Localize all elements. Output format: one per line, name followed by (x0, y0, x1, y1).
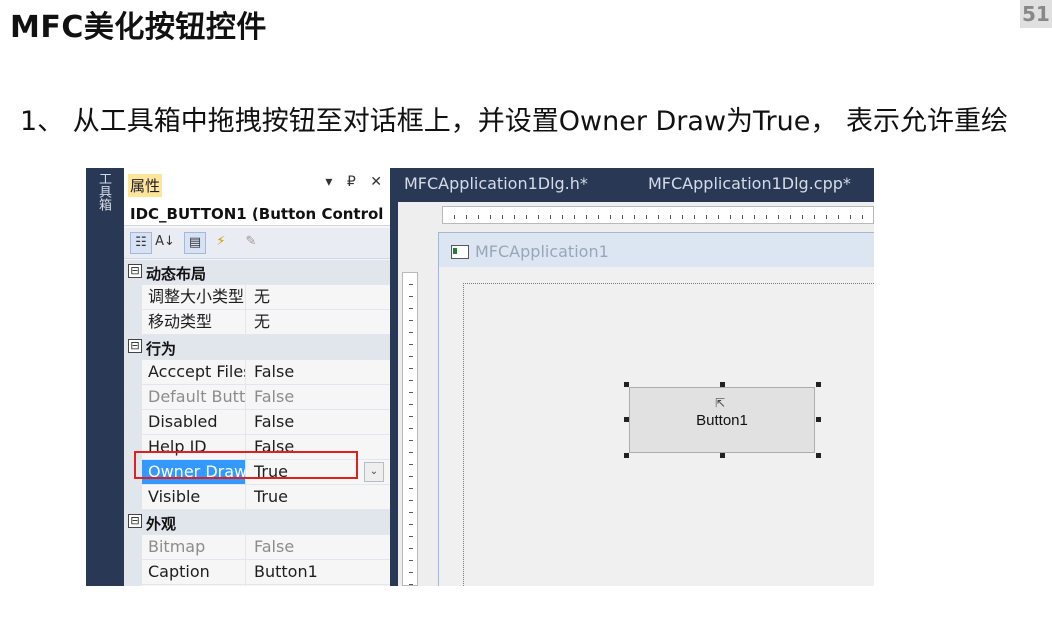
slide-title: MFC美化按钮控件 (10, 10, 267, 45)
row-gutter (124, 460, 142, 484)
close-icon[interactable]: ✕ (370, 174, 382, 190)
property-value[interactable]: 无 (248, 285, 388, 309)
resize-handle[interactable] (624, 417, 629, 422)
property-row[interactable]: Client EdgeFalse (124, 585, 390, 586)
property-row[interactable]: Acccept Files False (124, 360, 390, 385)
category-label: 外观 (146, 515, 177, 533)
tab-dlg-cpp[interactable]: MFCApplication1Dlg.cpp* (648, 174, 851, 193)
property-value[interactable]: False (248, 410, 388, 434)
property-row[interactable]: Owner Draw True ⌄ (124, 460, 390, 485)
property-value[interactable]: False (248, 385, 388, 409)
property-name: Owner Draw (142, 460, 246, 484)
resize-handle[interactable] (624, 382, 629, 387)
property-row[interactable]: 移动类型无 (124, 310, 390, 335)
ide-screenshot: 工具箱 属性 ▾ ₽ ✕ IDC_BUTTON1 (Button Control… (86, 168, 874, 586)
app-icon (451, 245, 469, 259)
resize-handle[interactable] (720, 382, 725, 387)
property-value[interactable]: 无 (248, 310, 388, 334)
events-icon[interactable]: ⚡ (210, 232, 232, 254)
property-category[interactable]: ⊟ 行为 (124, 335, 390, 360)
category-label: 动态布局 (146, 265, 207, 283)
collapse-icon[interactable]: ⊟ (128, 264, 142, 278)
row-gutter (124, 535, 142, 559)
property-name: Help ID (142, 435, 246, 459)
dropdown-arrow-icon[interactable]: ⌄ (364, 462, 384, 482)
collapse-icon[interactable]: ⊟ (128, 339, 142, 353)
row-gutter (124, 585, 142, 586)
property-name: Client Edge (142, 585, 246, 586)
properties-header: 属性 ▾ ₽ ✕ (124, 168, 390, 202)
mouse-cursor-icon: ⇱ (715, 396, 726, 410)
property-name: Acccept Files (142, 360, 246, 384)
property-value[interactable]: True (248, 485, 388, 509)
toolbox-tab[interactable]: 工具箱 (92, 172, 114, 224)
property-row[interactable]: Disabled False (124, 410, 390, 435)
step-instruction: 1、 从工具箱中拖拽按钮至对话框上，并设置Owner Draw为True， 表示… (20, 106, 1008, 137)
category-label: 行为 (146, 340, 177, 358)
categorized-icon[interactable]: ☷ (130, 232, 152, 254)
property-value[interactable]: False (248, 435, 388, 459)
row-gutter (124, 410, 142, 434)
property-name: Caption (142, 560, 246, 584)
property-row[interactable]: Bitmap False (124, 535, 390, 560)
properties-title: 属性 (128, 174, 163, 197)
panel-menu-icon[interactable]: ▾ (325, 174, 332, 190)
properties-panel: 属性 ▾ ₽ ✕ IDC_BUTTON1 (Button Control ▾ ☷… (124, 168, 392, 586)
vertical-ruler (402, 272, 418, 586)
collapse-icon[interactable]: ⊟ (128, 514, 142, 528)
row-gutter (124, 560, 142, 584)
property-row[interactable]: Default ButtonFalse (124, 385, 390, 410)
corner-logo: 51 (1020, 0, 1052, 28)
properties-toolbar: ☷ A↓ ▤ ⚡ ✎ (124, 228, 390, 259)
alphabetical-icon[interactable]: A↓ (154, 232, 176, 254)
property-row[interactable]: 调整大小类型无 (124, 285, 390, 310)
design-surface: MFCApplication1 Button1 ⇱ (398, 202, 874, 586)
pin-icon[interactable]: ₽ (347, 174, 356, 190)
property-name: Disabled (142, 410, 246, 434)
property-category[interactable]: ⊟ 外观 (124, 510, 390, 535)
property-name: Default Button (142, 385, 246, 409)
property-value[interactable]: False (248, 535, 388, 559)
resize-handle[interactable] (816, 417, 821, 422)
document-tabs: MFCApplication1Dlg.h* MFCApplication1Dlg… (392, 168, 874, 202)
property-name: 调整大小类型 (142, 285, 246, 309)
row-gutter (124, 435, 142, 459)
dialog-preview[interactable]: MFCApplication1 Button1 ⇱ (438, 232, 874, 586)
property-row[interactable]: Caption Button1 (124, 560, 390, 585)
property-grid: ⊟ 动态布局 调整大小类型无移动类型无 ⊟ 行为 Acccept Files False De… (124, 260, 390, 586)
row-gutter (124, 485, 142, 509)
property-name: Bitmap (142, 535, 246, 559)
property-value[interactable]: False (248, 360, 388, 384)
dialog-title: MFCApplication1 (475, 242, 609, 261)
property-pages-icon[interactable]: ✎ (240, 232, 262, 254)
row-gutter (124, 310, 142, 334)
horizontal-ruler (442, 206, 874, 224)
property-row[interactable]: Visible True (124, 485, 390, 510)
property-category[interactable]: ⊟ 动态布局 (124, 260, 390, 285)
resize-handle[interactable] (816, 382, 821, 387)
toolbox-strip: 工具箱 (86, 168, 124, 586)
tab-dlg-header[interactable]: MFCApplication1Dlg.h* (404, 174, 588, 193)
dialog-titlebar: MFCApplication1 (439, 233, 874, 267)
row-gutter (124, 385, 142, 409)
dialog-client-area[interactable]: Button1 ⇱ (439, 267, 874, 586)
resize-handle[interactable] (816, 453, 821, 458)
property-name: Visible (142, 485, 246, 509)
resource-editor: MFCApplication1Dlg.h* MFCApplication1Dlg… (392, 168, 874, 586)
resize-handle[interactable] (624, 453, 629, 458)
property-row[interactable]: Help ID False (124, 435, 390, 460)
properties-icon[interactable]: ▤ (184, 232, 206, 254)
property-value[interactable]: False (248, 585, 388, 586)
property-value[interactable]: Button1 (248, 560, 388, 584)
row-gutter (124, 285, 142, 309)
object-selector[interactable]: IDC_BUTTON1 (Button Control ▾ (124, 202, 390, 247)
resize-handle[interactable] (720, 453, 725, 458)
property-name: 移动类型 (142, 310, 246, 334)
row-gutter (124, 360, 142, 384)
